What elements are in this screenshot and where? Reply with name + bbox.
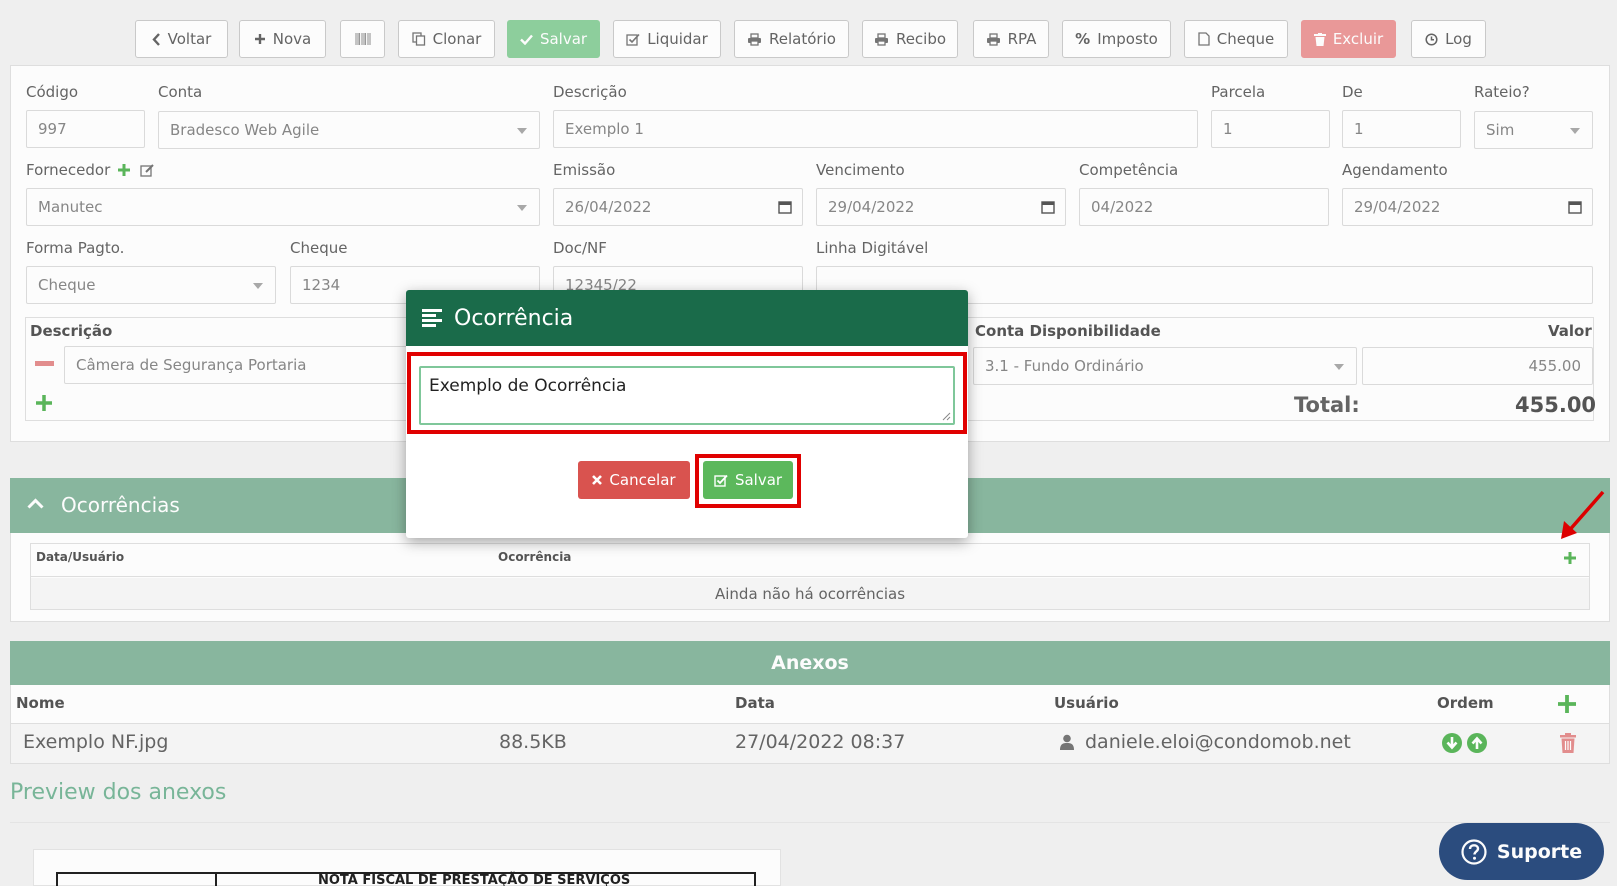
ocorrencia-textarea[interactable]: Exemplo de Ocorrência xyxy=(419,366,955,425)
cancelar-button[interactable]: Cancelar xyxy=(578,461,690,499)
modal-header: Ocorrência xyxy=(406,290,968,346)
checkbox-icon xyxy=(714,474,728,487)
close-icon xyxy=(592,475,603,485)
ocorrencia-modal: Ocorrência Exemplo de Ocorrência Cancela… xyxy=(406,290,968,538)
align-left-icon xyxy=(422,309,442,327)
salvar-modal-button[interactable]: Salvar xyxy=(703,461,793,499)
modal-title: Ocorrência xyxy=(454,305,574,331)
resize-handle-icon[interactable] xyxy=(942,412,951,421)
